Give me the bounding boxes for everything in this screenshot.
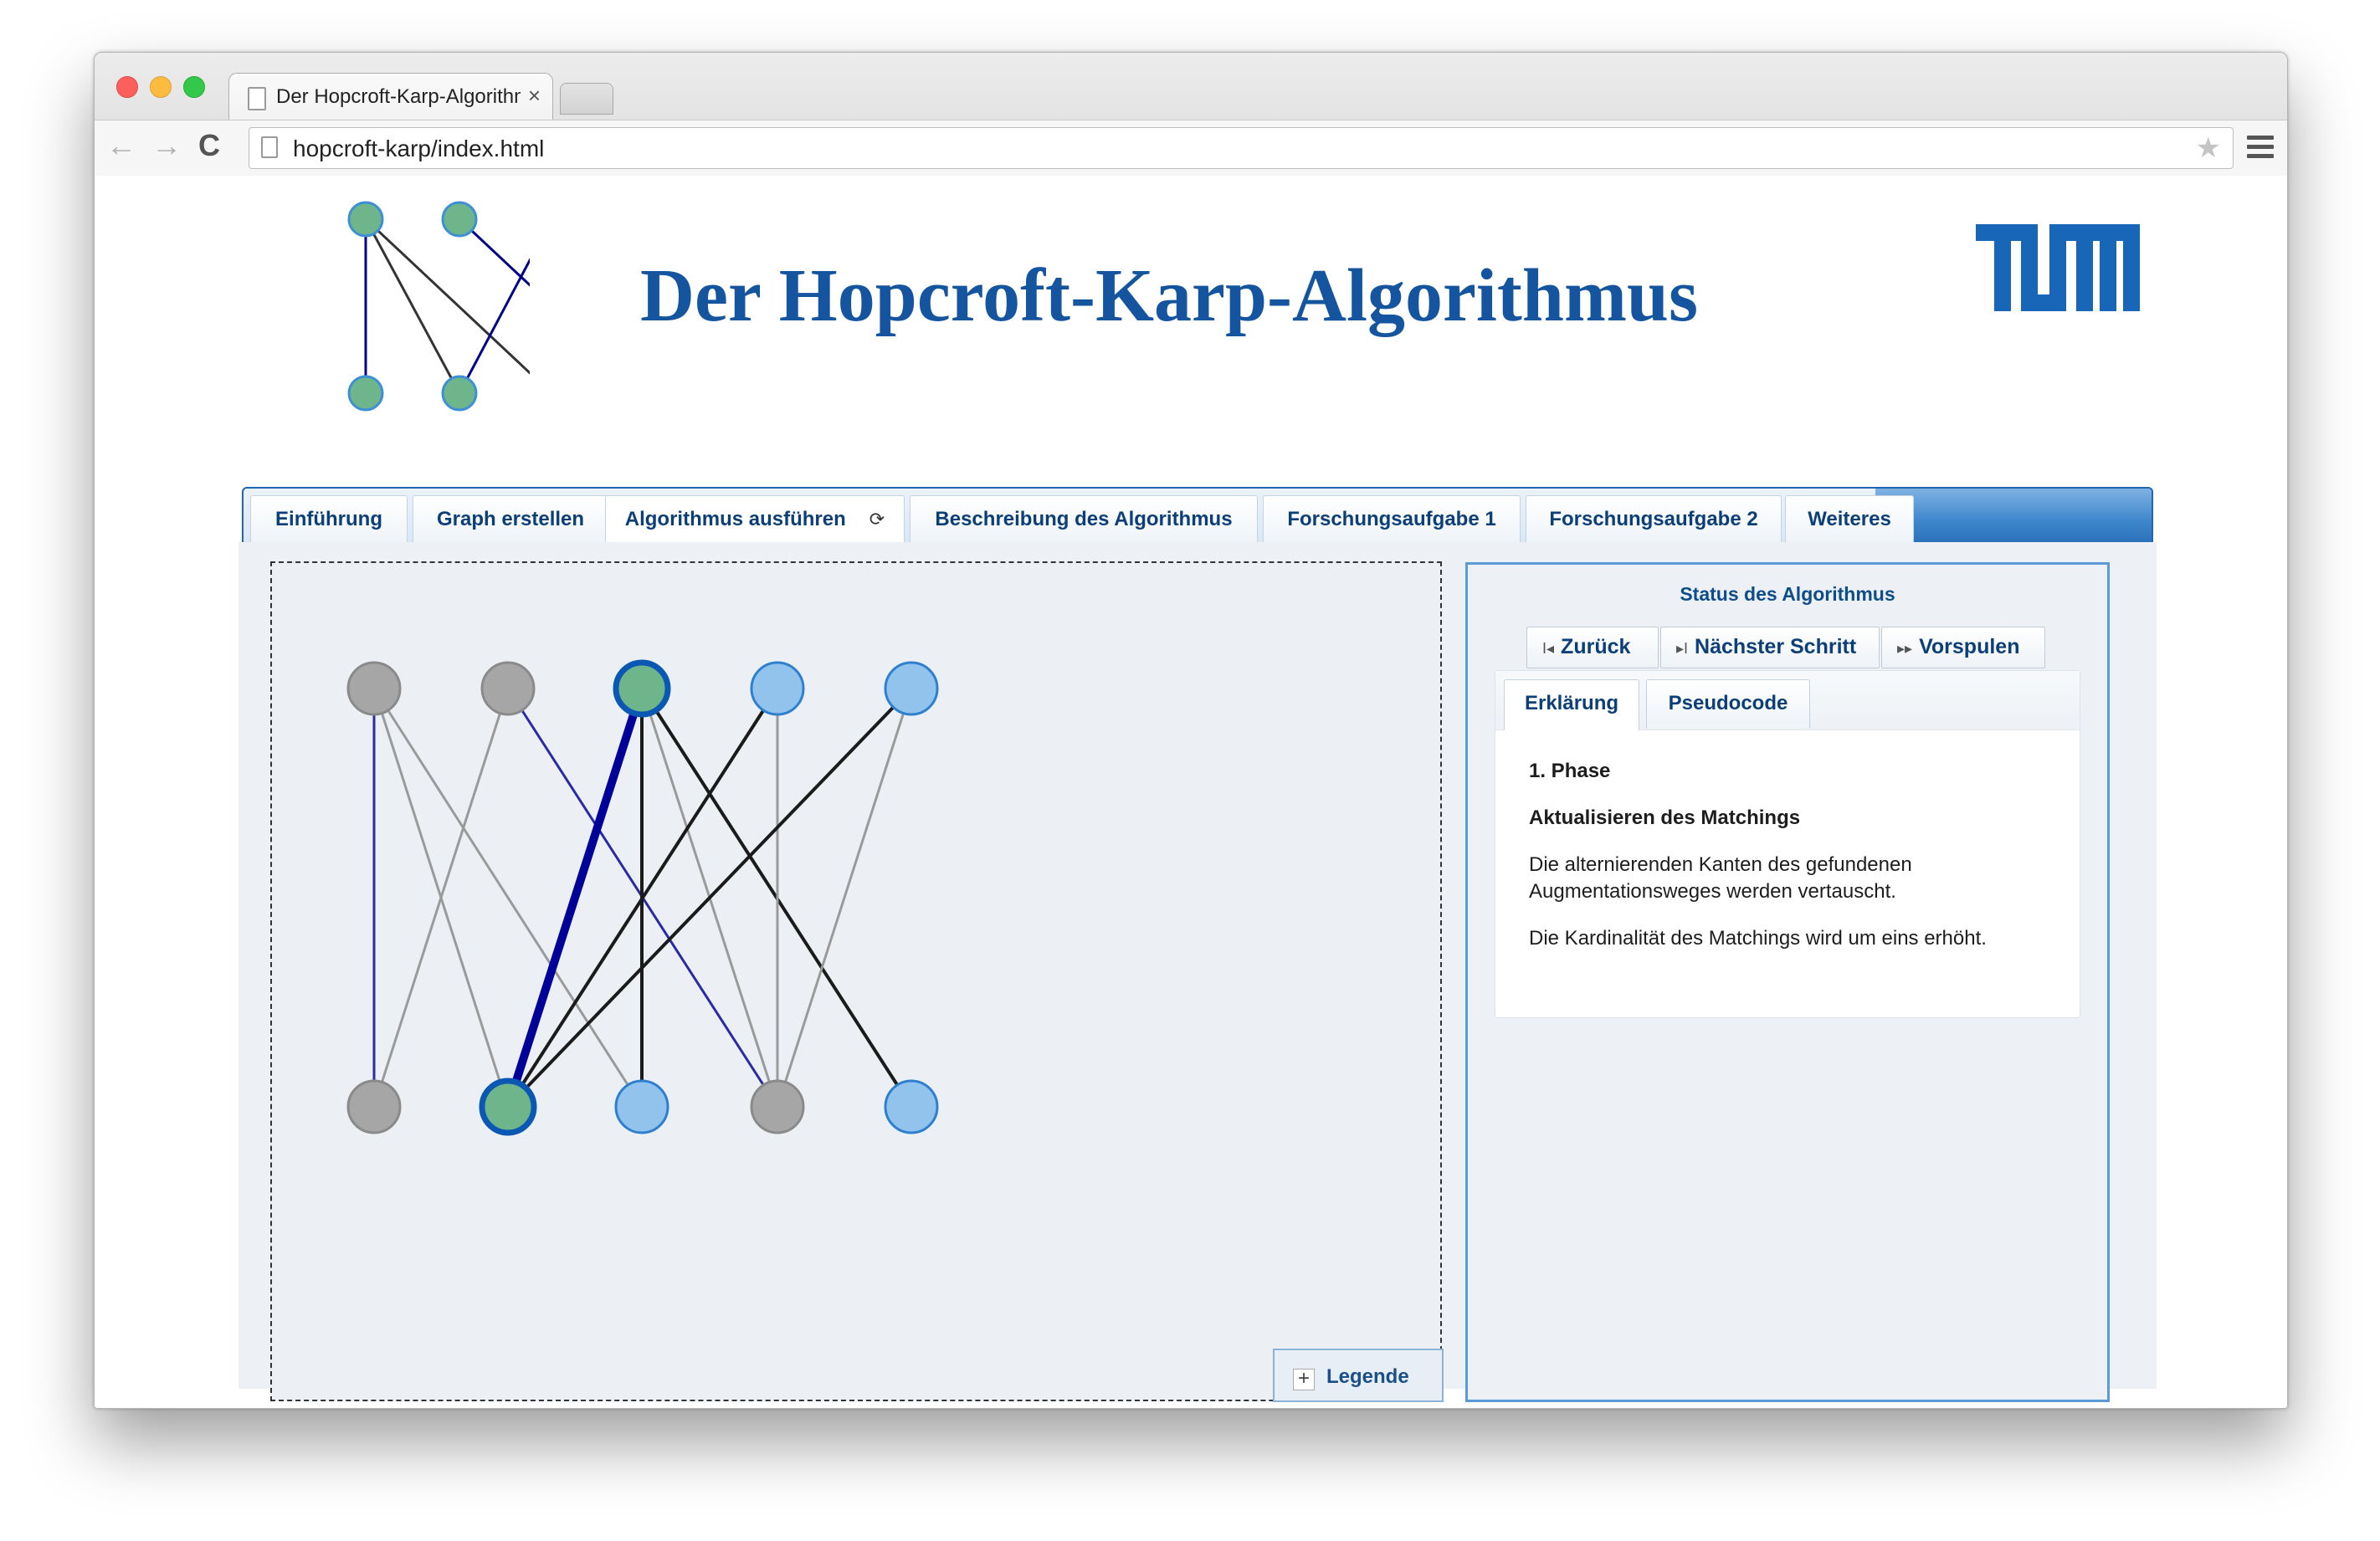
graph-edge-t2-b1[interactable] bbox=[504, 687, 646, 1108]
graph-svg[interactable] bbox=[272, 563, 1440, 1400]
tab-erklaerung[interactable]: Erklärung bbox=[1504, 679, 1639, 730]
graph-edge-t4-b1[interactable] bbox=[506, 687, 913, 1108]
graph-node-t0[interactable] bbox=[346, 661, 402, 716]
phase-label: 1. Phase bbox=[1529, 760, 1611, 782]
plus-icon: + bbox=[1293, 1369, 1315, 1390]
step-heading: Aktualisieren des Matchings bbox=[1529, 806, 1801, 829]
tab-algorithmus-ausfuehren[interactable]: Algorithmus ausführen ⟳ bbox=[605, 495, 905, 544]
graph-node-b1[interactable] bbox=[479, 1078, 537, 1136]
maximize-window-button[interactable] bbox=[183, 76, 205, 98]
tab-close-icon[interactable]: × bbox=[528, 83, 541, 109]
legend-toggle-button[interactable]: + Legende bbox=[1273, 1349, 1444, 1402]
tab-einfuehrung[interactable]: Einführung bbox=[250, 495, 408, 544]
explanation-text: 1. Phase Aktualisieren des Matchings Die… bbox=[1529, 758, 2065, 972]
close-window-button[interactable] bbox=[116, 76, 138, 98]
tum-logo-icon bbox=[1976, 224, 2140, 311]
url-text[interactable]: hopcroft-karp/index.html bbox=[293, 136, 544, 162]
browser-toolbar: ← → C hopcroft-karp/index.html ★ bbox=[95, 120, 2287, 176]
browser-chrome: Der Hopcroft-Karp-Algorithmus × ← → C ho… bbox=[95, 53, 2287, 176]
tab-forschungsaufgabe-1[interactable]: Forschungsaufgabe 1 bbox=[1263, 495, 1521, 544]
tab-weiteres[interactable]: Weiteres bbox=[1785, 495, 1914, 544]
tab-beschreibung[interactable]: Beschreibung des Algorithmus bbox=[910, 495, 1258, 544]
tab-label: Erklärung bbox=[1524, 692, 1619, 714]
menu-icon[interactable] bbox=[2247, 136, 2274, 161]
inner-tabs: Erklärung Pseudocode bbox=[1495, 671, 2080, 730]
step-back-icon: I◂ bbox=[1542, 640, 1555, 657]
tab-label: Forschungsaufgabe 2 bbox=[1549, 508, 1758, 530]
tab-graph-erstellen[interactable]: Graph erstellen bbox=[413, 495, 608, 544]
tab-label: Graph erstellen bbox=[436, 508, 585, 530]
explanation-paragraph: Die alternierenden Kanten des gefundenen… bbox=[1529, 853, 1912, 903]
back-arrow-icon[interactable]: ← bbox=[106, 129, 136, 162]
tab-label: Beschreibung des Algorithmus bbox=[935, 508, 1233, 530]
back-button[interactable]: I◂ Zurück bbox=[1526, 627, 1659, 668]
tab-label: Weiteres bbox=[1808, 508, 1891, 530]
tab-pseudocode[interactable]: Pseudocode bbox=[1646, 679, 1810, 729]
tabbar-decoration bbox=[1875, 489, 2152, 544]
explanation-panel: Erklärung Pseudocode 1. Phase Aktualisie… bbox=[1495, 670, 2080, 1018]
back-button-label: Zurück bbox=[1561, 635, 1631, 658]
tab-title: Der Hopcroft-Karp-Algorithmus bbox=[276, 85, 521, 108]
logo-graph-icon bbox=[347, 201, 530, 412]
page-icon bbox=[261, 136, 278, 158]
bookmark-star-icon[interactable]: ★ bbox=[2196, 131, 2221, 165]
tab-label: Einführung bbox=[275, 508, 382, 530]
graph-node-b2[interactable] bbox=[614, 1079, 669, 1134]
tab-label: Algorithmus ausführen bbox=[624, 508, 846, 530]
browser-tab[interactable]: Der Hopcroft-Karp-Algorithmus × bbox=[228, 73, 553, 120]
graph-node-b4[interactable] bbox=[884, 1079, 939, 1134]
fast-forward-label: Vorspulen bbox=[1919, 635, 2020, 658]
fast-forward-button[interactable]: ▸▸ Vorspulen bbox=[1881, 627, 2045, 668]
refresh-icon[interactable]: ⟳ bbox=[869, 509, 885, 530]
graph-node-t2[interactable] bbox=[613, 659, 671, 718]
tab-label: Forschungsaufgabe 1 bbox=[1287, 508, 1496, 530]
graph-node-t3[interactable] bbox=[750, 661, 805, 716]
minimize-window-button[interactable] bbox=[150, 76, 172, 98]
reload-icon[interactable]: C bbox=[198, 129, 220, 162]
graph-node-t1[interactable] bbox=[480, 661, 536, 716]
legend-label: Legende bbox=[1326, 1365, 1409, 1388]
step-forward-icon: ▸I bbox=[1676, 640, 1689, 657]
next-step-button[interactable]: ▸I Nächster Schritt bbox=[1660, 627, 1880, 668]
tab-label: Pseudocode bbox=[1668, 692, 1788, 714]
page-icon bbox=[248, 87, 266, 110]
explanation-paragraph: Die Kardinalität des Matchings wird um e… bbox=[1529, 927, 1987, 950]
status-panel: Status des Algorithmus I◂ Zurück ▸I Nächst… bbox=[1465, 562, 2110, 1402]
browser-window: Der Hopcroft-Karp-Algorithmus × ← → C ho… bbox=[94, 52, 2288, 1409]
graph-edge-t0-b2[interactable] bbox=[372, 688, 644, 1108]
forward-arrow-icon[interactable]: → bbox=[151, 129, 182, 162]
next-step-label: Nächster Schritt bbox=[1695, 635, 1857, 658]
page-content: Der Hopcroft-Karp-Algorithmus Einführung… bbox=[95, 176, 2287, 1408]
graph-edge-t4-b3[interactable] bbox=[776, 688, 913, 1108]
graph-node-b0[interactable] bbox=[346, 1079, 402, 1134]
graph-node-t4[interactable] bbox=[884, 661, 939, 716]
graph-canvas[interactable] bbox=[270, 561, 1442, 1401]
fast-forward-icon: ▸▸ bbox=[1897, 640, 1913, 657]
graph-node-b3[interactable] bbox=[750, 1079, 805, 1134]
tab-forschungsaufgabe-2[interactable]: Forschungsaufgabe 2 bbox=[1526, 495, 1782, 544]
main-tabs: Einführung Graph erstellen Algorithmus a… bbox=[242, 487, 2153, 545]
address-bar[interactable]: hopcroft-karp/index.html ★ bbox=[249, 127, 2234, 169]
new-tab-button[interactable] bbox=[560, 83, 613, 115]
page-title: Der Hopcroft-Karp-Algorithmus bbox=[640, 254, 1698, 337]
status-title: Status des Algorithmus bbox=[1680, 583, 1895, 605]
